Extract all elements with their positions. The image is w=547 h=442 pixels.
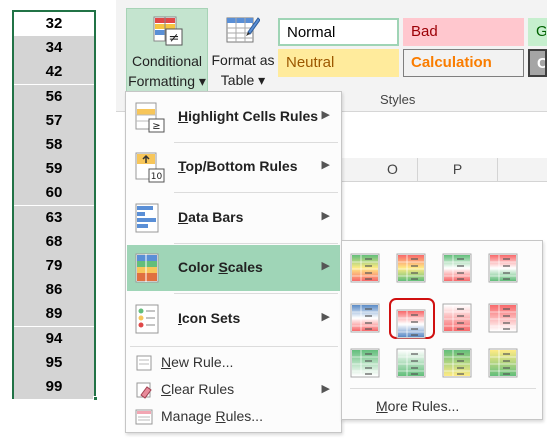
color-scale-red-yellow-green-icon[interactable] [396,253,426,283]
format-as-table-label-1: Format as [211,52,275,68]
submenu-arrow-icon: ▶ [321,260,330,272]
menu-item-data-bars[interactable]: Data Bars ▶ [127,195,340,241]
conditional-formatting-icon: ≠ [153,16,183,46]
menu-item-manage-rules[interactable]: Manage Rules... [127,404,340,430]
cell[interactable]: 79 [14,254,94,278]
format-as-table-label-2: Table ▾ [220,72,266,88]
menu-item-highlight-cells-rules[interactable]: ≥ Highlight Cells Rules ▶ [127,94,340,140]
cell[interactable]: 86 [14,278,94,303]
submenu-arrow-icon: ▶ [321,159,330,171]
cell-style-check[interactable]: C [528,49,547,77]
submenu-arrow-icon: ▶ [321,311,330,323]
color-scale-red-white-blue-icon[interactable] [396,309,426,339]
menu-item-new-rule[interactable]: New Rule... [127,350,340,376]
cell-style-neutral[interactable]: Neutral [278,49,399,77]
svg-text:≥: ≥ [152,121,160,132]
cell[interactable]: 68 [14,229,94,254]
manage-rules-icon [135,409,153,425]
cell[interactable]: 42 [14,60,94,85]
cell[interactable]: 59 [14,157,94,182]
color-scale-green-white-red-icon[interactable] [442,253,472,283]
cell-style-calculation[interactable]: Calculation [403,49,524,77]
cell[interactable]: 99 [14,375,94,399]
new-rule-icon [136,355,152,371]
menu-divider [174,243,338,244]
menu-item-label: Top/Bottom Rules [178,158,298,174]
data-bars-icon [135,203,159,233]
conditional-formatting-button[interactable]: ≠ Conditional Formatting ▾ [126,8,208,92]
color-scale-yellow-green-icon[interactable] [488,348,518,378]
format-as-table-icon [226,17,260,43]
conditional-formatting-label-2: Formatting ▾ [128,73,206,89]
svg-text:≠: ≠ [169,31,180,46]
cell[interactable]: 60 [14,181,94,206]
selected-range[interactable]: 32 34 42 56 57 58 59 60 63 68 79 86 89 94 95 99 [12,10,98,401]
top-bottom-icon: 10 [135,152,165,183]
column-header-o[interactable]: O [368,158,418,182]
menu-divider [174,142,338,143]
menu-divider [130,346,338,347]
color-scale-white-green-icon[interactable] [396,348,426,378]
menu-divider [174,293,338,294]
color-scale-green-white-icon[interactable] [350,348,380,378]
cell-style-normal[interactable]: Normal [278,18,399,46]
color-scale-white-red-icon[interactable] [442,303,472,333]
menu-item-label: Icon Sets [178,310,241,326]
cell[interactable]: 63 [14,205,94,230]
styles-group-label: Styles [380,92,416,107]
menu-item-label: Highlight Cells Rules [178,108,319,124]
menu-divider [174,192,338,193]
more-rules-link[interactable]: More Rules... [376,398,459,414]
menu-item-label: Clear Rules [161,381,235,397]
cell[interactable]: 56 [14,84,94,109]
submenu-arrow-icon: ▶ [321,210,330,222]
menu-item-label: Manage Rules... [161,408,263,424]
cell[interactable]: 58 [14,133,94,157]
highlight-cells-icon: ≥ [135,102,165,133]
cell[interactable]: 34 [14,36,94,61]
color-scales-submenu: More Rules... [341,240,543,420]
format-as-table-button[interactable]: Format as Table ▾ [210,8,276,92]
active-cell[interactable]: 32 [14,12,94,36]
menu-item-top-bottom-rules[interactable]: 10 Top/Bottom Rules ▶ [127,144,340,190]
submenu-arrow-icon: ▶ [321,383,330,395]
color-scale-green-yellow-icon[interactable] [442,348,472,378]
cell-style-good[interactable]: G [528,18,547,46]
cell-style-bad[interactable]: Bad [403,18,524,46]
conditional-formatting-label-1: Conditional [131,53,203,69]
color-scale-blue-white-red-icon[interactable] [350,303,380,333]
eraser-icon [136,382,152,399]
submenu-arrow-icon: ▶ [321,109,330,121]
menu-item-icon-sets[interactable]: Icon Sets ▶ [127,296,340,342]
menu-item-color-scales[interactable]: Color Scales ▶ [127,245,340,291]
conditional-formatting-menu: ≥ Highlight Cells Rules ▶ 10 Top/Bottom … [125,91,342,433]
color-scale-green-yellow-red-icon[interactable] [350,253,380,283]
menu-item-label: Data Bars [178,209,244,225]
menu-item-label: Color Scales [178,259,263,275]
color-scale-red-white-icon[interactable] [488,303,518,333]
column-header-p[interactable]: P [418,158,498,182]
fill-handle[interactable] [93,396,98,401]
menu-item-label: New Rule... [161,354,234,370]
menu-item-clear-rules[interactable]: Clear Rules ▶ [127,377,340,403]
cell[interactable]: 95 [14,350,94,375]
color-scale-red-white-green-icon[interactable] [488,253,518,283]
svg-text:10: 10 [151,172,163,182]
icon-sets-icon [135,304,159,334]
cell[interactable]: 57 [14,108,94,133]
cell[interactable]: 94 [14,326,94,351]
color-scales-icon [135,253,159,283]
cell[interactable]: 89 [14,302,94,327]
menu-divider [350,388,536,389]
